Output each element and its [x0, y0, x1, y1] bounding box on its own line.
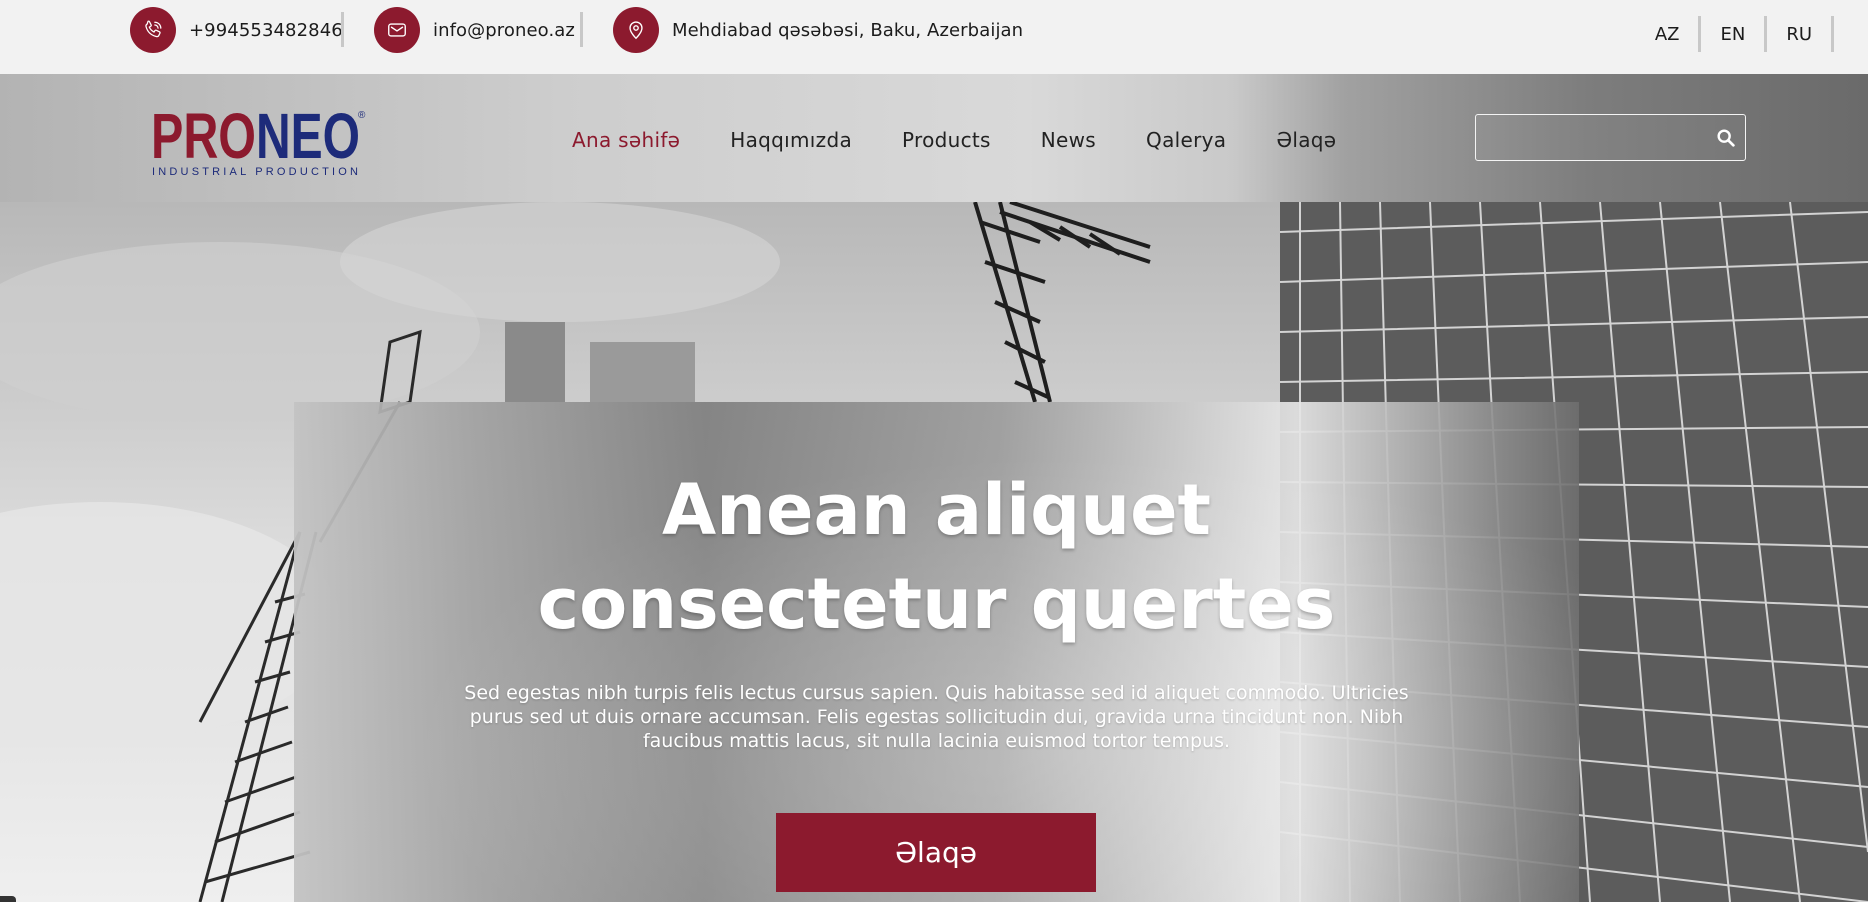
location-pin-icon [613, 7, 659, 53]
address-contact: Mehdiabad qəsəbəsi, Baku, Azerbaijan [613, 7, 1023, 53]
lang-az[interactable]: AZ [1636, 24, 1699, 45]
email-contact[interactable]: info@proneo.az [374, 7, 575, 53]
primary-menu: Ana səhifə Haqqımızda Products News Qale… [572, 128, 1386, 152]
main-navbar: PRO NEO ® INDUSTRIAL PRODUCTION Ana səhi… [0, 74, 1868, 202]
search-box [1475, 114, 1746, 161]
scroll-indicator [0, 896, 16, 902]
search-input[interactable] [1476, 115, 1696, 159]
hero-description: Sed egestas nibh turpis felis lectus cur… [464, 682, 1409, 752]
divider [1831, 16, 1834, 52]
language-switcher: AZ EN RU [1636, 16, 1834, 52]
nav-home[interactable]: Ana səhifə [572, 128, 680, 152]
mail-icon [374, 7, 420, 53]
phone-contact[interactable]: +994553482846 [130, 7, 343, 53]
lang-en[interactable]: EN [1701, 24, 1764, 45]
nav-about[interactable]: Haqqımızda [730, 128, 852, 152]
email-address[interactable]: info@proneo.az [433, 20, 575, 41]
nav-news[interactable]: News [1041, 128, 1096, 152]
lang-ru[interactable]: RU [1767, 24, 1831, 45]
top-contact-bar: +994553482846 info@proneo.az Mehdiabad q… [0, 0, 1868, 74]
logo-text-neo: NEO [256, 104, 360, 172]
search-icon[interactable] [1715, 127, 1737, 149]
nav-products[interactable]: Products [902, 128, 991, 152]
phone-number[interactable]: +994553482846 [189, 20, 343, 41]
registered-mark: ® [358, 110, 366, 121]
proneo-logo[interactable]: PRO NEO ® INDUSTRIAL PRODUCTION [151, 100, 366, 180]
logo-text-pro: PRO [151, 104, 256, 172]
divider [580, 12, 583, 47]
nav-contact[interactable]: Əlaqə [1276, 128, 1336, 152]
logo-tagline: INDUSTRIAL PRODUCTION [152, 166, 358, 178]
divider [341, 12, 344, 47]
contact-cta-button[interactable]: Əlaqə [776, 813, 1096, 892]
nav-gallery[interactable]: Qalerya [1146, 128, 1226, 152]
hero-title-line2: consectetur quertes [537, 563, 1336, 645]
hero-section: Anean aliquet consectetur quertes Sed eg… [0, 202, 1868, 902]
address-text: Mehdiabad qəsəbəsi, Baku, Azerbaijan [672, 19, 1024, 41]
phone-icon [130, 7, 176, 53]
hero-title-line1: Anean aliquet [661, 469, 1212, 551]
hero-content-panel: Anean aliquet consectetur quertes Sed eg… [294, 402, 1579, 902]
